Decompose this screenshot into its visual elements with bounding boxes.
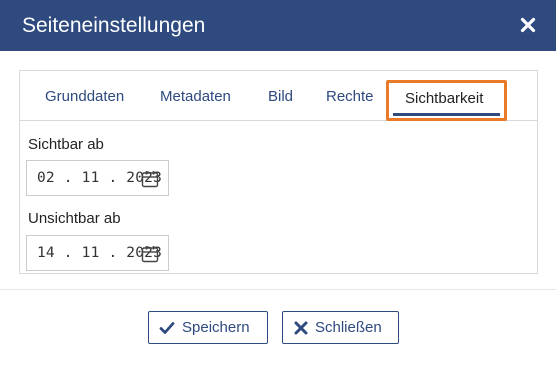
save-button[interactable]: Speichern [148,311,268,344]
tab-grunddaten[interactable]: Grunddaten [45,88,124,106]
tab-bild[interactable]: Bild [268,88,293,106]
close-icon[interactable] [518,14,538,36]
visible-from-label: Sichtbar ab [28,136,104,153]
page-settings-dialog: Seiteneinstellungen Grunddaten Metadaten… [0,0,556,368]
visible-from-date-input[interactable]: 02 . 11 . 2023 [26,160,169,196]
dialog-title: Seiteneinstellungen [22,14,206,37]
calendar-icon[interactable] [141,170,159,188]
tab-metadaten[interactable]: Metadaten [160,88,231,106]
tab-bar: Grunddaten Metadaten Bild Rechte Sichtba… [20,71,537,121]
footer-divider [0,289,556,290]
tab-sichtbarkeit[interactable]: Sichtbarkeit [386,80,507,121]
x-icon [293,320,309,336]
close-button-label: Schließen [315,319,382,336]
dialog-title-bar: Seiteneinstellungen [0,0,556,51]
calendar-icon[interactable] [141,245,159,263]
close-button[interactable]: Schließen [282,311,399,344]
invisible-from-label: Unsichtbar ab [28,210,121,227]
tab-sichtbarkeit-label: Sichtbarkeit [405,90,484,107]
invisible-from-date-input[interactable]: 14 . 11 . 2023 [26,235,169,271]
settings-panel: Grunddaten Metadaten Bild Rechte Sichtba… [19,70,538,274]
save-button-label: Speichern [182,319,250,336]
check-icon [159,320,175,336]
tab-rechte[interactable]: Rechte [326,88,374,106]
